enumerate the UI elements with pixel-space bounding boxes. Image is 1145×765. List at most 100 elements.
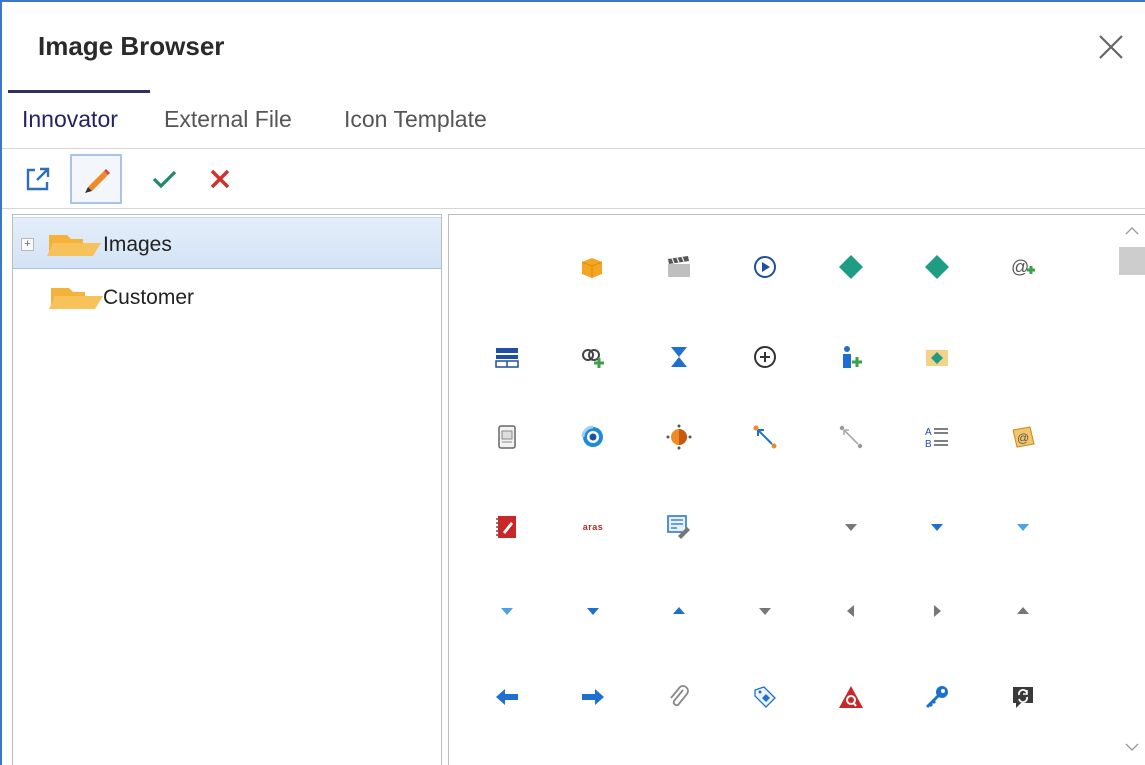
hourglass-icon [671,347,687,367]
delete-x-icon [210,169,230,189]
email-ticket-icon: @ [1012,426,1035,448]
tree-item-customer[interactable]: Customer [13,271,441,323]
at-plus-icon: @ [1011,257,1035,277]
scroll-down-icon[interactable] [1124,739,1140,755]
svg-text:@: @ [1017,431,1029,445]
icon-tile[interactable] [741,243,789,291]
icon-tile[interactable] [999,673,1047,721]
tag-diamond-icon [754,686,776,708]
icon-tile[interactable]: AB [913,413,961,461]
open-external-button[interactable] [12,154,64,204]
refresh-comment-icon [1013,687,1033,708]
icon-tile[interactable] [483,503,531,551]
folder-open-icon [49,288,103,309]
icon-tile[interactable] [913,503,961,551]
icon-tile[interactable] [483,587,531,635]
paperclip-icon [670,685,689,707]
icon-tile[interactable] [827,587,875,635]
icon-grid-panel: @ A B @ aras [448,214,1145,765]
blue-left-arrow-icon [496,689,518,705]
svg-text:B: B [925,439,932,450]
icon-tile[interactable] [569,333,617,381]
expand-toggle[interactable]: + [21,238,34,251]
icon-tile[interactable] [913,587,961,635]
icon-tile[interactable]: @ [999,243,1047,291]
icon-tile[interactable] [913,333,961,381]
orange-node-icon [666,424,692,450]
icon-tile[interactable] [827,333,875,381]
tree-item-label: Customer [103,286,195,309]
swirl-icon [581,425,603,447]
svg-text:@: @ [1011,257,1029,277]
document-icon [498,425,516,449]
red-warning-search-icon [839,686,863,708]
vertical-scrollbar[interactable] [1117,215,1145,765]
icon-tile[interactable] [655,333,703,381]
icon-tile[interactable] [827,503,875,551]
icon-tile[interactable] [483,333,531,381]
blue-down-triangle-icon [931,524,943,531]
icon-tile[interactable] [655,503,703,551]
form-edit-icon [667,515,690,539]
confirm-button[interactable] [138,154,190,204]
link-plus-icon [582,349,604,368]
scroll-up-icon[interactable] [1124,223,1140,239]
icon-tile[interactable] [655,413,703,461]
play-circle-icon [754,256,776,278]
icon-tile[interactable] [655,673,703,721]
icon-tile[interactable] [655,587,703,635]
icon-tile[interactable] [827,673,875,721]
icon-tile[interactable] [655,243,703,291]
teal-diamond-icon [839,255,863,279]
icon-tile[interactable] [483,673,531,721]
edit-button[interactable] [70,154,122,204]
tab-innovator[interactable]: Innovator [22,106,118,133]
gray-down-triangle-icon [845,524,857,531]
active-tab-indicator [8,90,150,93]
icon-tile[interactable] [999,503,1047,551]
teal-diamond-icon [925,255,949,279]
icon-tile[interactable] [741,333,789,381]
scrollbar-thumb[interactable] [1119,247,1145,275]
light-blue-down-triangle-icon [501,608,513,615]
icon-tile[interactable] [999,587,1047,635]
icon-tile[interactable] [483,413,531,461]
icon-tile[interactable] [741,673,789,721]
icon-tile[interactable] [569,673,617,721]
blue-down-triangle-icon [587,608,599,615]
icon-tile[interactable]: @ [999,413,1047,461]
icon-tile[interactable] [741,413,789,461]
icon-tile[interactable] [913,243,961,291]
open-external-icon [26,167,50,191]
blue-key-icon [925,686,948,709]
tree-item-images[interactable]: + Images [13,217,441,269]
tab-icon-template[interactable]: Icon Template [344,106,487,133]
gray-down-triangle-icon [759,608,771,615]
table-icon [495,348,519,368]
icon-tile[interactable] [827,243,875,291]
orange-cube-icon [581,258,603,278]
text-list-icon: AB [925,427,948,450]
icon-tile[interactable] [569,413,617,461]
icon-tile[interactable] [569,587,617,635]
plus-circle-icon [754,346,776,368]
tab-external-file[interactable]: External File [164,106,292,133]
tree-item-label: Images [103,233,172,256]
close-button[interactable] [1096,32,1126,62]
icon-tile[interactable]: aras [569,503,617,551]
icon-tile[interactable] [741,587,789,635]
image-browser-dialog: Image Browser Innovator External File Ic… [0,0,1145,765]
blue-up-triangle-icon [673,607,685,614]
divider [2,208,1145,209]
icon-tile[interactable] [827,413,875,461]
close-icon [1099,35,1123,59]
folder-diamond-icon [926,350,948,366]
icon-tile[interactable] [569,243,617,291]
aras-logo-icon: aras [582,522,604,532]
gray-up-triangle-icon [1017,607,1029,614]
icon-tile[interactable] [913,673,961,721]
svg-text:A: A [925,427,932,438]
diagonal-arrows-icon [753,425,777,449]
edit-pencil-icon [85,169,110,193]
delete-button[interactable] [194,154,246,204]
